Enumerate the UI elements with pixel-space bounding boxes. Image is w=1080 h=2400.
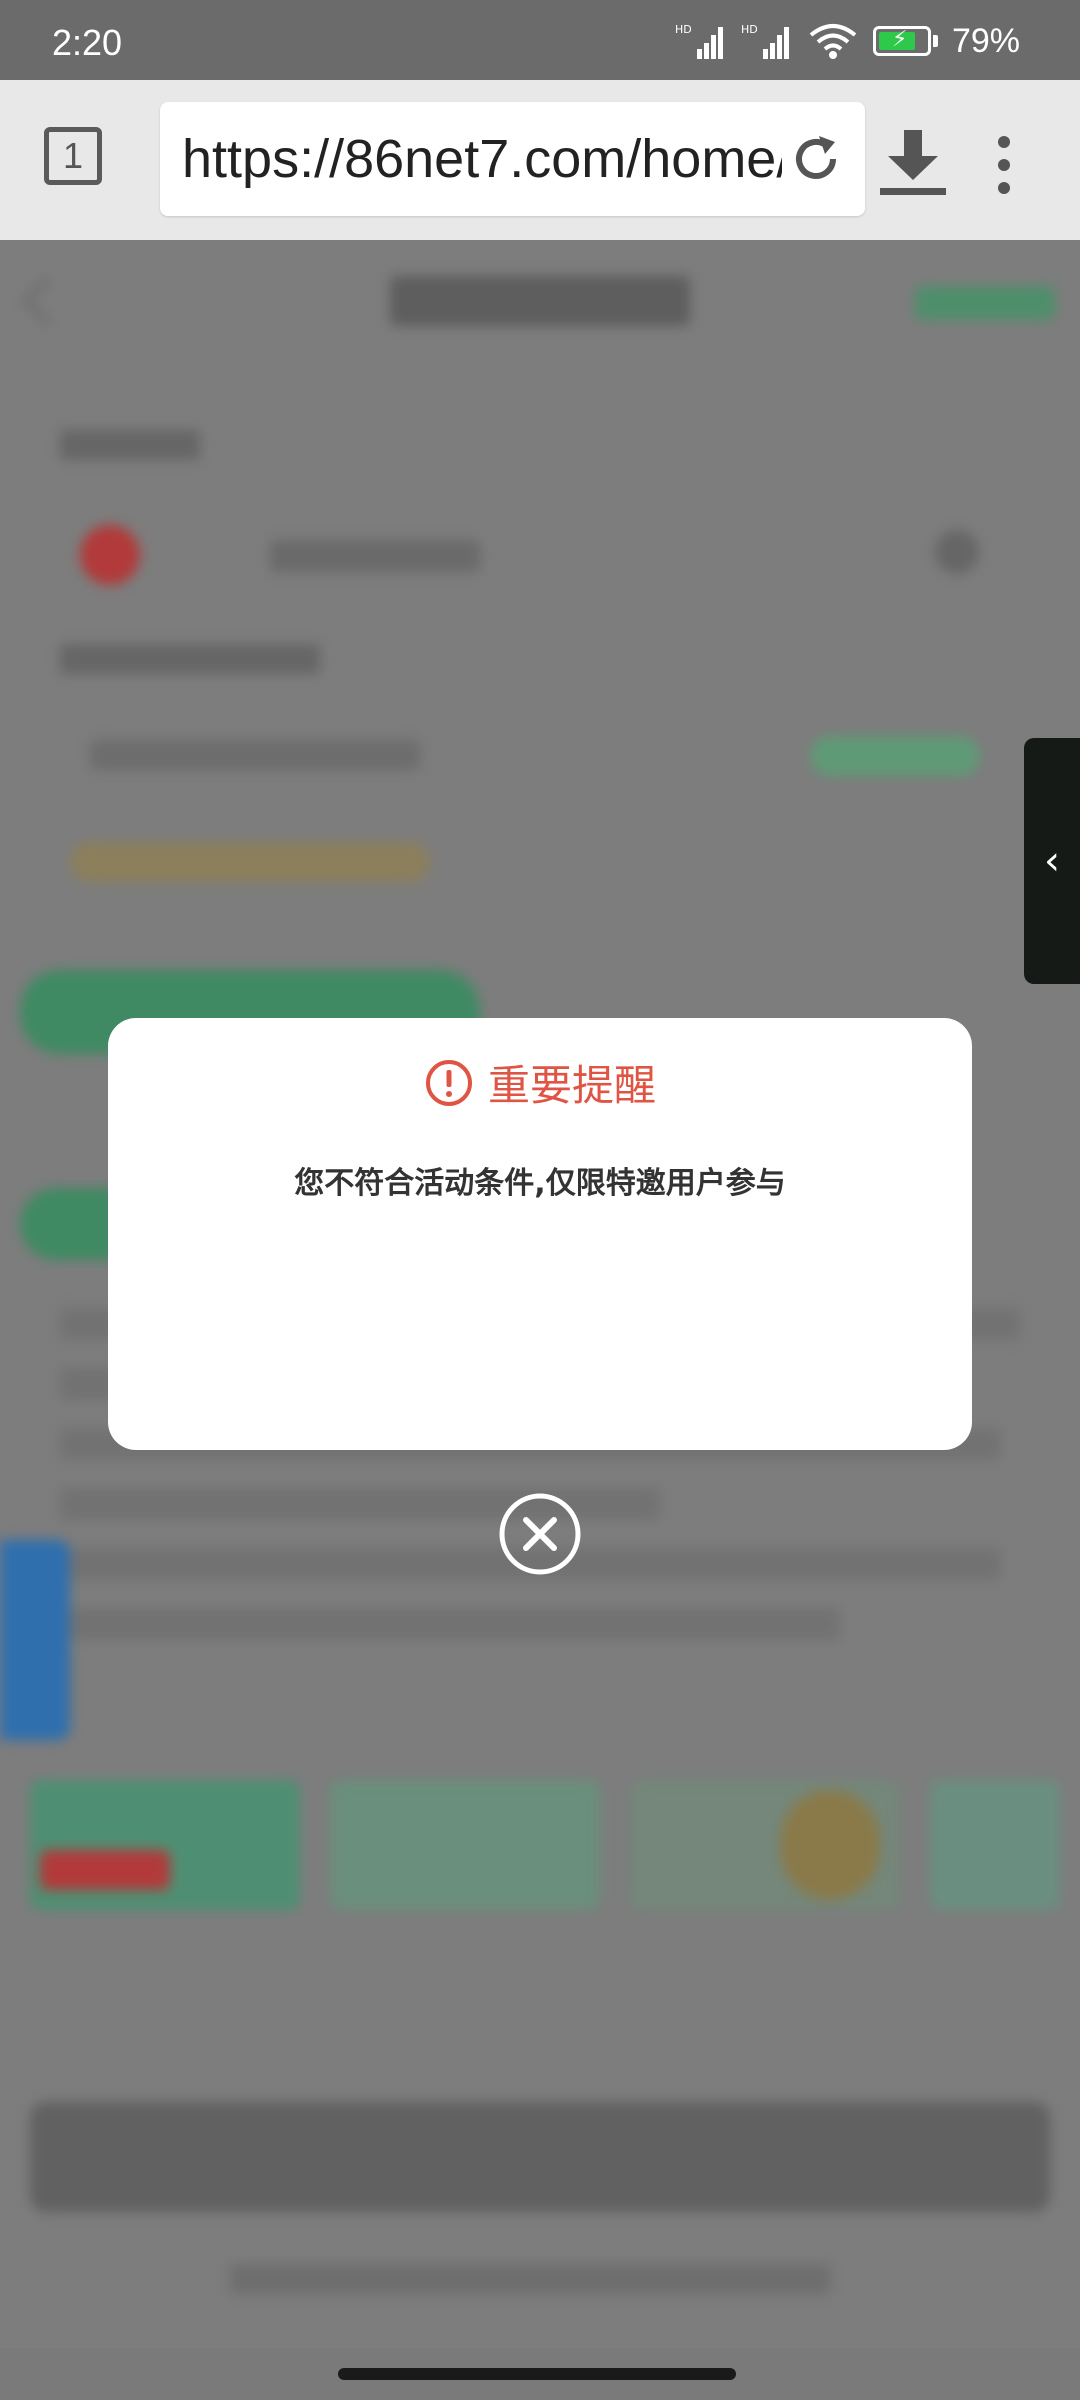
signal-icon: HD [675, 23, 723, 59]
address-bar[interactable]: https://86net7.com/home/ [160, 102, 865, 216]
download-icon[interactable] [880, 128, 946, 200]
alert-icon [425, 1059, 472, 1106]
battery-percent: 79% [951, 21, 1020, 60]
overflow-menu-icon[interactable] [990, 132, 1018, 198]
browser-toolbar: 1 https://86net7.com/home/ [0, 80, 1080, 240]
status-time: 2:20 [52, 22, 123, 63]
side-drawer-toggle[interactable]: ‹ [1024, 738, 1080, 984]
dialog-header: 重要提醒 [108, 1052, 972, 1113]
reload-icon[interactable] [789, 132, 843, 186]
svg-text:HD: HD [675, 23, 692, 36]
tab-switcher-button[interactable]: 1 [44, 127, 102, 185]
close-circle-icon[interactable] [498, 1492, 582, 1576]
chevron-left-icon: ‹ [1044, 838, 1060, 884]
svg-text:HD: HD [741, 23, 758, 36]
gesture-handle[interactable] [338, 2368, 736, 2380]
status-icons: HD HD ⚡ 79% [675, 18, 1020, 64]
battery-tip [932, 35, 938, 47]
dialog-message: 您不符合活动条件,仅限特邀用户参与 [294, 1166, 786, 1201]
notice-dialog: 重要提醒 您不符合活动条件,仅限特邀用户参与 [108, 1018, 972, 1450]
url-text[interactable]: https://86net7.com/home/ [182, 128, 782, 190]
wifi-icon [809, 24, 857, 59]
dialog-title: 重要提醒 [487, 1061, 656, 1110]
status-bar: 2:20 HD HD ⚡ 79% [0, 0, 1080, 80]
signal-icon-2: HD [741, 23, 789, 59]
battery-icon: ⚡ [872, 26, 931, 56]
